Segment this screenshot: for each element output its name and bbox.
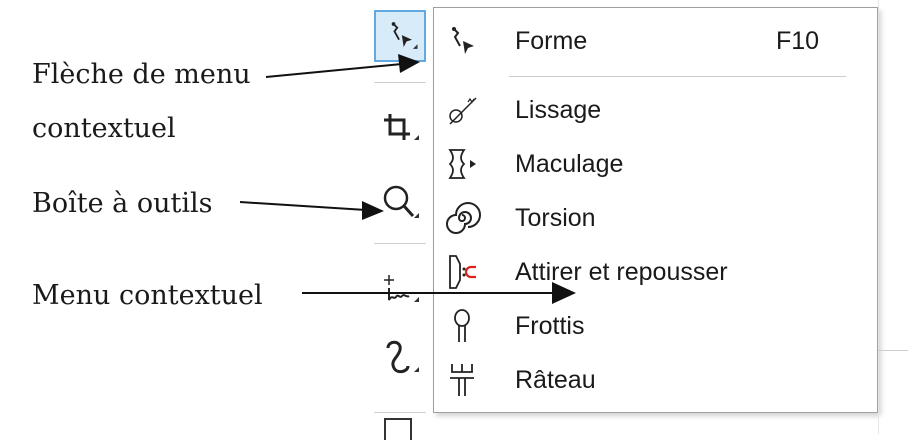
menu-item-attract-repel[interactable]: Attirer et repousser xyxy=(434,246,877,299)
artistic-media-tool-button[interactable] xyxy=(374,332,426,384)
freehand-tool-icon xyxy=(384,275,419,302)
menu-separator xyxy=(509,76,846,77)
menu-item-twirl[interactable]: Torsion xyxy=(434,192,877,245)
canvas-divider xyxy=(878,350,908,351)
menu-item-shape[interactable]: Forme F10 xyxy=(434,15,877,68)
shape-tool-button[interactable] xyxy=(374,10,426,62)
menu-item-label: Frottis xyxy=(515,312,585,340)
canvas-edge xyxy=(878,0,879,434)
flyout-menu: Forme F10 Lissage Maculage Torsion Attir… xyxy=(433,7,878,413)
smooth-icon xyxy=(442,90,482,130)
shape-icon xyxy=(442,21,482,61)
menu-item-label: Forme xyxy=(515,27,588,55)
zoom-tool-icon xyxy=(383,185,419,218)
artistic-media-icon xyxy=(386,340,419,374)
menu-item-label: Lissage xyxy=(515,96,602,124)
menu-item-label: Râteau xyxy=(515,366,596,394)
menu-item-shortcut: F10 xyxy=(776,27,820,55)
zoom-tool-button[interactable] xyxy=(374,178,426,230)
flyout-arrow-annotation-line2: contextuel xyxy=(32,113,176,144)
crop-tool-button[interactable] xyxy=(374,100,426,152)
flyout-arrow-annotation: Flèche de menu contextuel xyxy=(32,48,251,156)
toolbox xyxy=(370,0,430,440)
smear-icon xyxy=(442,144,482,184)
flyout-arrow-annotation-line1: Flèche de menu xyxy=(32,59,251,90)
menu-item-smudge[interactable]: Frottis xyxy=(434,300,877,353)
flyout-menu-annotation: Menu contextuel xyxy=(32,280,263,311)
crop-tool-icon xyxy=(384,114,419,140)
menu-item-label: Attirer et repousser xyxy=(515,258,728,286)
roughen-icon xyxy=(442,360,482,400)
menu-item-label: Maculage xyxy=(515,150,624,178)
menu-item-smooth[interactable]: Lissage xyxy=(434,84,877,137)
rectangle-tool-icon[interactable] xyxy=(384,418,412,440)
toolbox-pointer xyxy=(239,201,367,211)
smudge-icon xyxy=(442,306,482,346)
menu-item-roughen[interactable]: Râteau xyxy=(434,354,877,407)
toolbox-annotation: Boîte à outils xyxy=(32,188,213,219)
twirl-icon xyxy=(442,198,482,238)
attract-repel-icon xyxy=(442,252,482,292)
freehand-tool-button[interactable] xyxy=(374,262,426,314)
menu-item-label: Torsion xyxy=(515,204,596,232)
shape-tool-icon xyxy=(391,22,418,49)
menu-item-smear[interactable]: Maculage xyxy=(434,138,877,191)
